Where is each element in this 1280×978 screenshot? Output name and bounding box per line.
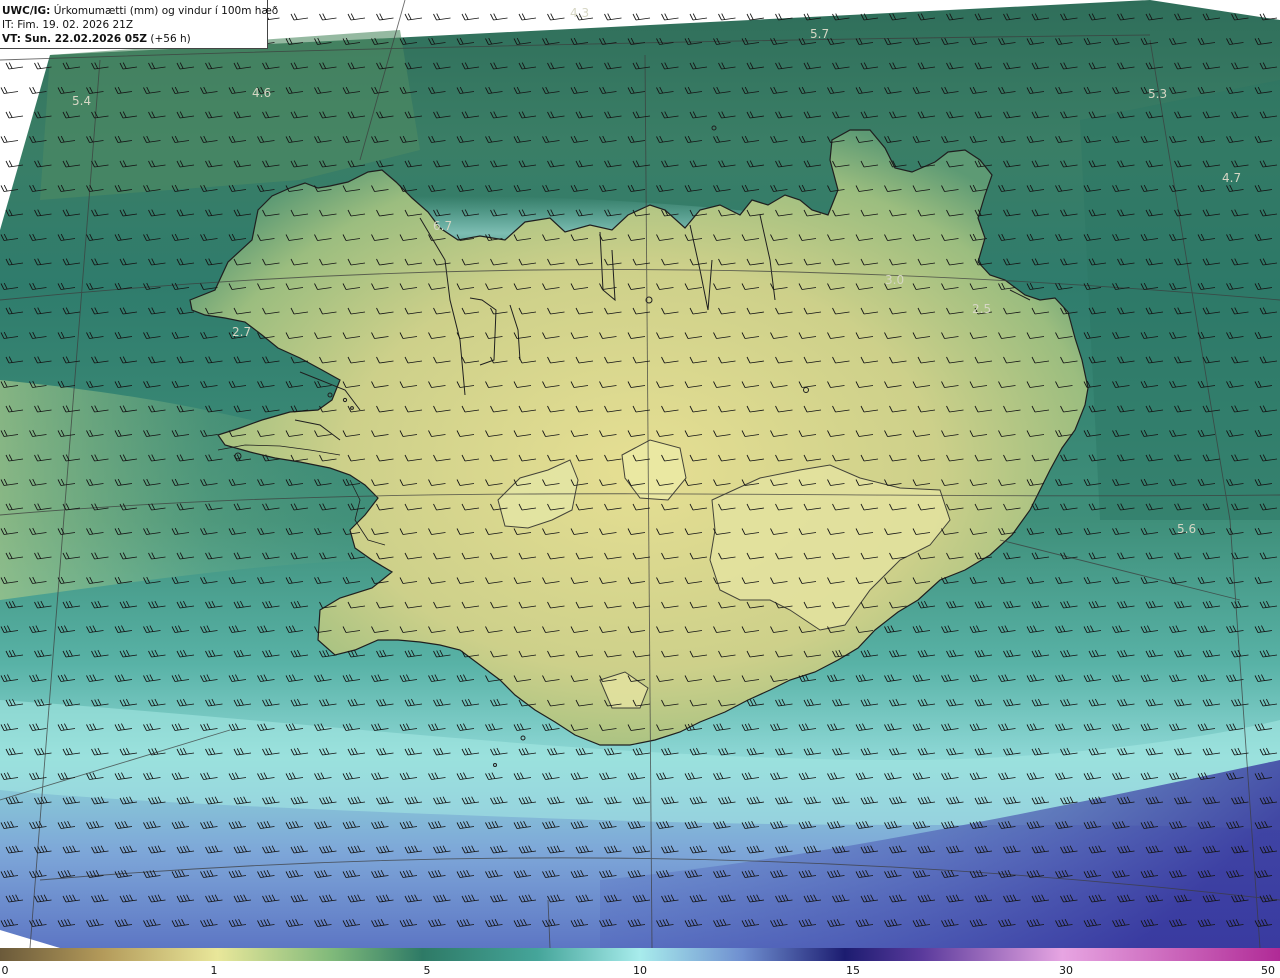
value-label: 5.3 [1148, 87, 1167, 101]
colorbar-tick: 30 [1059, 964, 1073, 977]
map-canvas: 4.3 5.7 5.4 4.6 5.3 4.7 6.7 3.0 2.5 2.7 … [0, 0, 1280, 948]
colorbar-tick: 1 [210, 964, 218, 977]
value-label: 5.7 [810, 27, 829, 41]
lead-time: (+56 h) [147, 33, 191, 45]
value-label: 6.7 [433, 219, 452, 233]
value-label: 4.3 [570, 6, 589, 20]
value-label: 3.0 [885, 273, 904, 287]
header-title-line: UWC/IG: Úrkomumætti (mm) og vindur í 100… [2, 4, 278, 18]
value-label: 5.6 [1177, 522, 1196, 536]
valid-time: VT: Sun. 22.02.2026 05Z [2, 33, 148, 45]
value-label: 2.7 [232, 325, 251, 339]
forecast-map-view: 4.3 5.7 5.4 4.6 5.3 4.7 6.7 3.0 2.5 2.7 … [0, 0, 1280, 978]
colorbar-tick: 50 [1261, 964, 1275, 977]
map-header: UWC/IG: Úrkomumætti (mm) og vindur í 100… [0, 0, 278, 49]
value-label: 2.5 [972, 302, 991, 316]
colorbar-tick: 5 [423, 964, 431, 977]
product-title: Úrkomumætti (mm) og vindur í 100m hæð [50, 5, 279, 17]
value-label: 4.7 [1222, 171, 1241, 185]
colorbar [0, 948, 1280, 961]
value-label: 5.4 [72, 94, 91, 108]
colorbar-tick: 0 [1, 964, 9, 977]
colorbar-tick: 15 [846, 964, 860, 977]
colorbar-tick-labels: 0 1 5 10 15 30 50 [0, 962, 1280, 978]
value-label: 4.6 [252, 86, 271, 100]
colorbar-tick: 10 [633, 964, 647, 977]
initial-time: IT: Fim. 19. 02. 2026 21Z [2, 19, 134, 31]
valid-time-line: VT: Sun. 22.02.2026 05Z (+56 h) [2, 32, 267, 46]
model-source: UWC/IG: [2, 5, 51, 17]
